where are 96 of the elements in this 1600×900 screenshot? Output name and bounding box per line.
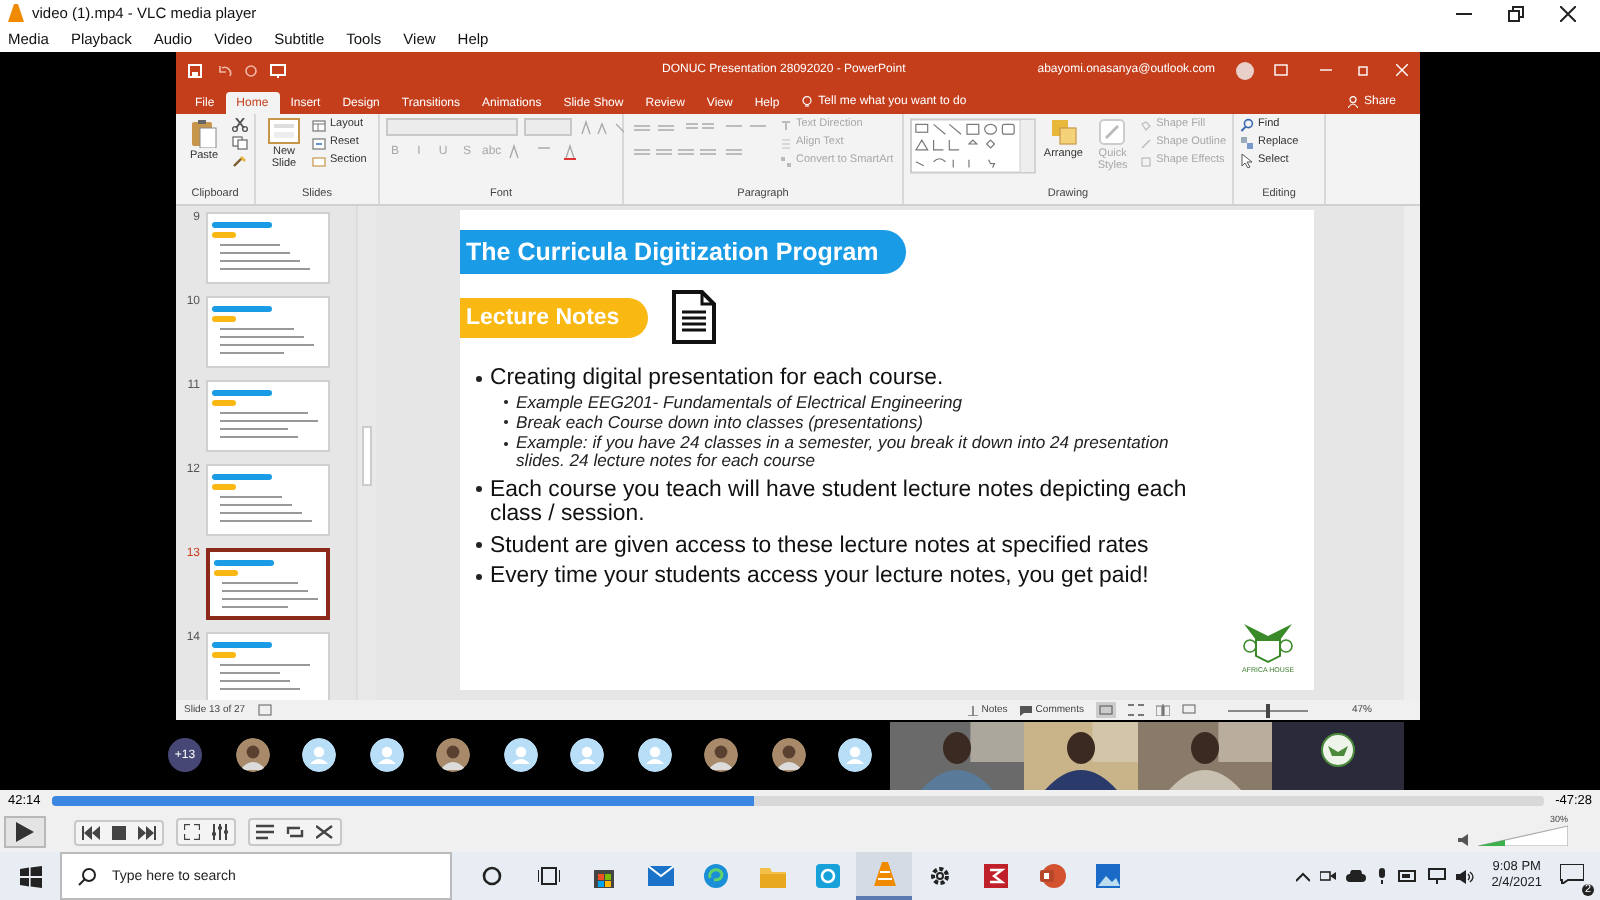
lightbulb-icon [802, 96, 813, 108]
undo-icon[interactable] [218, 63, 232, 77]
speaker-icon[interactable] [1455, 869, 1474, 883]
ribbon-button[interactable] [232, 136, 248, 150]
scrollbar-thumb[interactable] [362, 426, 372, 486]
close-icon[interactable] [1560, 5, 1576, 21]
comment-icon [1019, 705, 1032, 715]
person-icon[interactable] [302, 738, 336, 772]
monitor-icon[interactable] [1427, 868, 1446, 884]
cursor-icon [1240, 154, 1254, 168]
avatar[interactable] [771, 738, 805, 772]
fullscreen-icon[interactable] [184, 824, 200, 840]
task-view-icon[interactable] [537, 866, 559, 886]
brush-icon [232, 154, 248, 168]
start-icon[interactable] [19, 865, 41, 887]
restore-icon[interactable] [1508, 5, 1524, 21]
square-icon [1140, 155, 1153, 167]
presentation-app-icon[interactable] [1039, 864, 1065, 888]
next-icon[interactable] [138, 825, 156, 839]
play-icon [16, 822, 34, 842]
shopping-bag-icon[interactable] [592, 864, 616, 888]
chevron-up-icon[interactable] [1295, 871, 1310, 881]
stop-icon[interactable] [112, 825, 126, 839]
bullet-icon [476, 375, 482, 381]
bullet-text: Break each Course down into classes (presentations) [516, 413, 923, 433]
sorter-view-icon[interactable] [1127, 704, 1144, 716]
presentation-icon[interactable] [270, 63, 286, 77]
camera-icon[interactable] [1319, 870, 1336, 882]
bucket-icon [1140, 119, 1153, 131]
avatar[interactable] [235, 738, 269, 772]
swap-icon [1240, 136, 1254, 150]
playlist-icon[interactable] [256, 824, 274, 840]
smartart-icon [780, 155, 792, 167]
zoom-thumb[interactable] [1265, 703, 1270, 717]
battery-icon[interactable] [1397, 870, 1418, 882]
slide-title: The Curricula Digitization Program [460, 230, 907, 274]
previous-icon[interactable] [82, 825, 100, 839]
copy-icon [232, 136, 248, 150]
gear-icon[interactable] [928, 864, 952, 888]
font-size-buttons-drawing [578, 119, 630, 135]
bullet-icon [476, 542, 482, 549]
avatar[interactable] [704, 738, 738, 772]
play-button[interactable] [4, 816, 46, 848]
photos-app-icon[interactable] [1096, 864, 1120, 888]
layout-icon [312, 119, 326, 131]
circle-icon[interactable] [482, 866, 502, 886]
speaker-icon[interactable] [1458, 834, 1470, 846]
avatar[interactable] [436, 738, 470, 772]
search-icon [78, 867, 96, 885]
ribbon-options-icon[interactable] [1273, 64, 1288, 76]
microphone-icon[interactable] [1375, 868, 1388, 884]
equalizer-icon[interactable] [212, 824, 228, 840]
ribbon-button[interactable] [232, 118, 248, 132]
bullet-text: Each course you teach will have student lecture notes depicting each class / session. [490, 477, 1189, 528]
bullet-text: Student are given access to these lecture notes at specified rates [490, 533, 1149, 559]
vlc-cone-icon [8, 4, 24, 22]
slide-thumbnail[interactable] [206, 548, 330, 620]
loop-icon[interactable] [286, 824, 304, 840]
save-icon[interactable] [188, 63, 202, 77]
cloud-icon[interactable] [1345, 870, 1366, 882]
section-icon [312, 155, 326, 167]
align-text-icon [780, 137, 792, 149]
normal-view-icon[interactable] [1095, 702, 1116, 718]
person-icon[interactable] [503, 738, 537, 772]
shuffle-icon[interactable] [316, 824, 334, 840]
bullet-icon [476, 573, 482, 580]
document-icon [671, 290, 716, 344]
person-icon[interactable] [838, 738, 872, 772]
bullet-icon [476, 486, 482, 493]
search-icon [1240, 118, 1254, 132]
person-icon[interactable] [637, 738, 671, 772]
bullet-text: Example: if you have 24 classes in a semester, you break it down into 24 presentation slides. 24 lecture notes for each course [516, 434, 1171, 472]
reading-view-icon[interactable] [1155, 704, 1170, 716]
avatar-icon[interactable] [1235, 61, 1254, 79]
swirl-icon[interactable] [704, 864, 728, 888]
pen-icon [1140, 137, 1153, 149]
text-direction-icon [780, 119, 792, 131]
reset-icon [312, 137, 326, 149]
speech-bubble-icon [1560, 864, 1584, 884]
notes-check-icon[interactable] [257, 704, 272, 716]
envelope-icon[interactable] [647, 866, 673, 886]
app-icon[interactable] [984, 864, 1008, 888]
person-icon[interactable] [369, 738, 403, 772]
section-label: Lecture Notes [460, 297, 648, 337]
bullet-text: Creating digital presentation for each course. [490, 366, 944, 391]
seek-bar[interactable] [52, 796, 1544, 806]
scissors-icon [232, 118, 248, 132]
scrollbar[interactable] [1404, 206, 1420, 700]
arrange-icon [1049, 118, 1078, 146]
pin-icon [967, 705, 978, 715]
app-icon[interactable] [816, 864, 840, 888]
person-icon[interactable] [570, 738, 604, 772]
ribbon-button[interactable] [232, 154, 248, 168]
bullet-text: Every time your students access your lecture notes, you get paid! [490, 564, 1149, 590]
bullet-text: Example EEG201- Fundamentals of Electrical Engineering [516, 393, 963, 412]
person-icon [1347, 96, 1358, 108]
